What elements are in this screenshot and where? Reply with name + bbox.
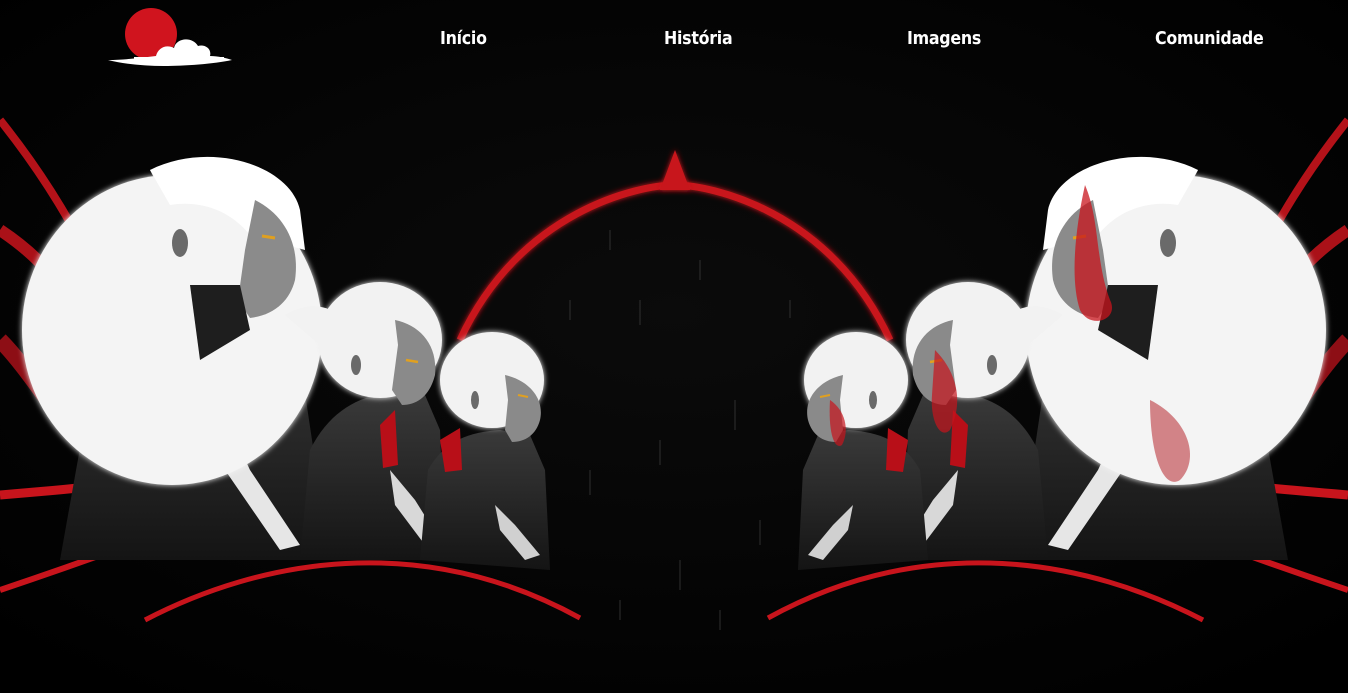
hero-artwork — [0, 0, 1348, 693]
site-logo[interactable] — [104, 8, 236, 72]
nav-link-imagens[interactable]: Imagens — [907, 28, 981, 49]
nav-link-inicio[interactable]: Início — [440, 28, 487, 49]
navbar: Início História Imagens Comunidade — [0, 0, 1348, 80]
nav-link-historia[interactable]: História — [664, 28, 733, 49]
nav-link-comunidade[interactable]: Comunidade — [1155, 28, 1264, 49]
red-moon-cloud-icon — [104, 8, 236, 72]
